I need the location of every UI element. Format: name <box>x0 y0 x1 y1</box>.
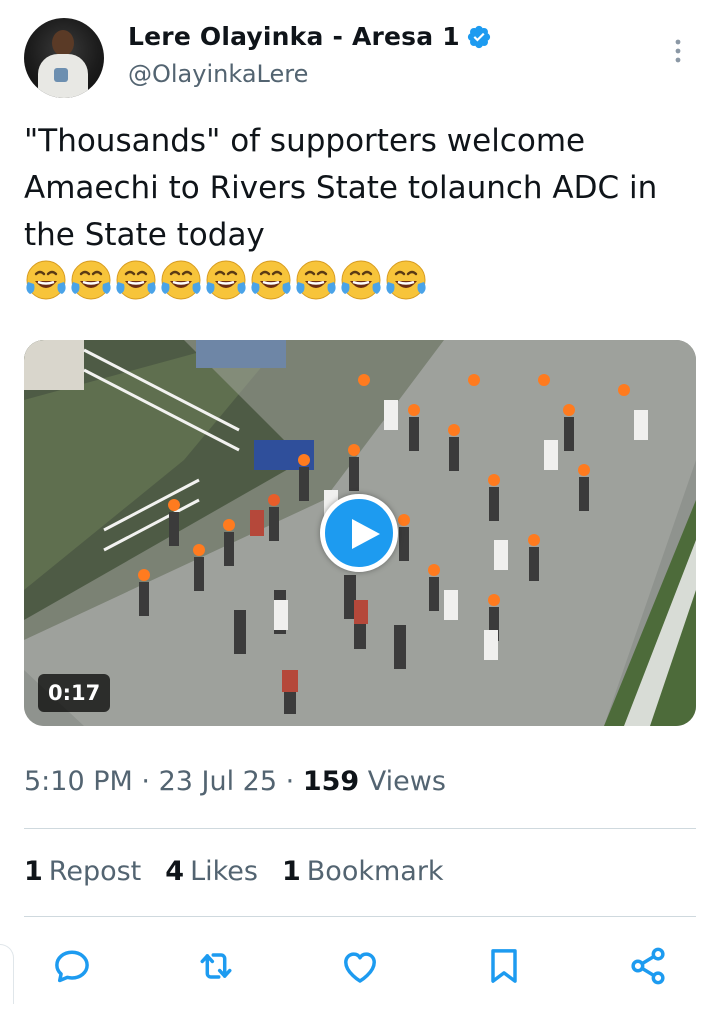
laughing-crying-emoji-icon <box>161 260 201 300</box>
video-duration-badge: 0:17 <box>38 674 111 712</box>
likes-label: Likes <box>190 856 258 887</box>
avatar-head <box>52 30 74 56</box>
like-icon <box>344 952 376 983</box>
reposts-count: 1 <box>24 856 43 887</box>
reply-icon <box>55 950 89 983</box>
views-count: 159 <box>302 766 360 797</box>
likes-count: 4 <box>165 856 185 887</box>
tweet-text: "Thousands" of supporters welcome Amaech… <box>24 123 668 253</box>
more-options-icon[interactable] <box>668 36 688 66</box>
display-name[interactable]: Lere Olayinka - Aresa 1 <box>128 22 460 51</box>
reposts-stat[interactable]: 1 Repost <box>24 856 141 887</box>
laughing-crying-emoji-icon <box>296 260 336 300</box>
laughing-crying-emoji-icon <box>71 260 111 300</box>
reposts-label: Repost <box>48 856 142 887</box>
laughing-crying-emoji-icon <box>386 260 426 300</box>
play-button[interactable] <box>320 494 398 572</box>
share-button[interactable] <box>626 944 670 988</box>
views-label: Views <box>367 766 446 797</box>
meta-separator: · <box>285 766 295 797</box>
bookmarks-label: Bookmark <box>306 856 444 887</box>
tweet-time[interactable]: 5:10 PM <box>24 766 133 797</box>
laughing-crying-emoji-icon <box>341 260 381 300</box>
divider <box>24 916 696 917</box>
tweet-date[interactable]: 23 Jul 25 <box>159 766 277 797</box>
reply-button[interactable] <box>50 944 94 988</box>
laughing-crying-emoji-icon <box>206 260 246 300</box>
video-player[interactable]: 0:17 <box>24 340 696 726</box>
like-button[interactable] <box>338 944 382 988</box>
divider <box>24 828 696 829</box>
bookmark-button[interactable] <box>482 944 526 988</box>
handle[interactable]: @OlayinkaLere <box>128 60 308 88</box>
verified-badge-icon <box>467 25 490 48</box>
side-panel-edge <box>0 944 14 1004</box>
likes-stat[interactable]: 4 Likes <box>165 856 258 887</box>
engagement-stats: 1 Repost 4 Likes 1 Bookmark <box>24 856 444 887</box>
tweet-meta: 5:10 PM · 23 Jul 25 · 159 Views <box>24 766 446 797</box>
avatar[interactable] <box>24 18 104 98</box>
bookmark-icon <box>491 949 517 983</box>
share-icon <box>631 947 665 985</box>
laughing-crying-emoji-icon <box>26 260 66 300</box>
emoji-row <box>24 258 428 302</box>
laughing-crying-emoji-icon <box>251 260 291 300</box>
tweet-header: Lere Olayinka - Aresa 1 @OlayinkaLere <box>24 18 696 100</box>
laughing-crying-emoji-icon <box>116 260 156 300</box>
meta-separator: · <box>141 766 150 797</box>
bookmarks-stat[interactable]: 1 Bookmark <box>282 856 444 887</box>
play-icon <box>352 519 380 549</box>
repost-button[interactable] <box>194 944 238 988</box>
bookmarks-count: 1 <box>281 856 301 887</box>
repost-icon <box>200 953 232 979</box>
name-row: Lere Olayinka - Aresa 1 <box>128 22 492 51</box>
avatar-cup <box>54 68 68 82</box>
action-bar <box>24 944 696 988</box>
